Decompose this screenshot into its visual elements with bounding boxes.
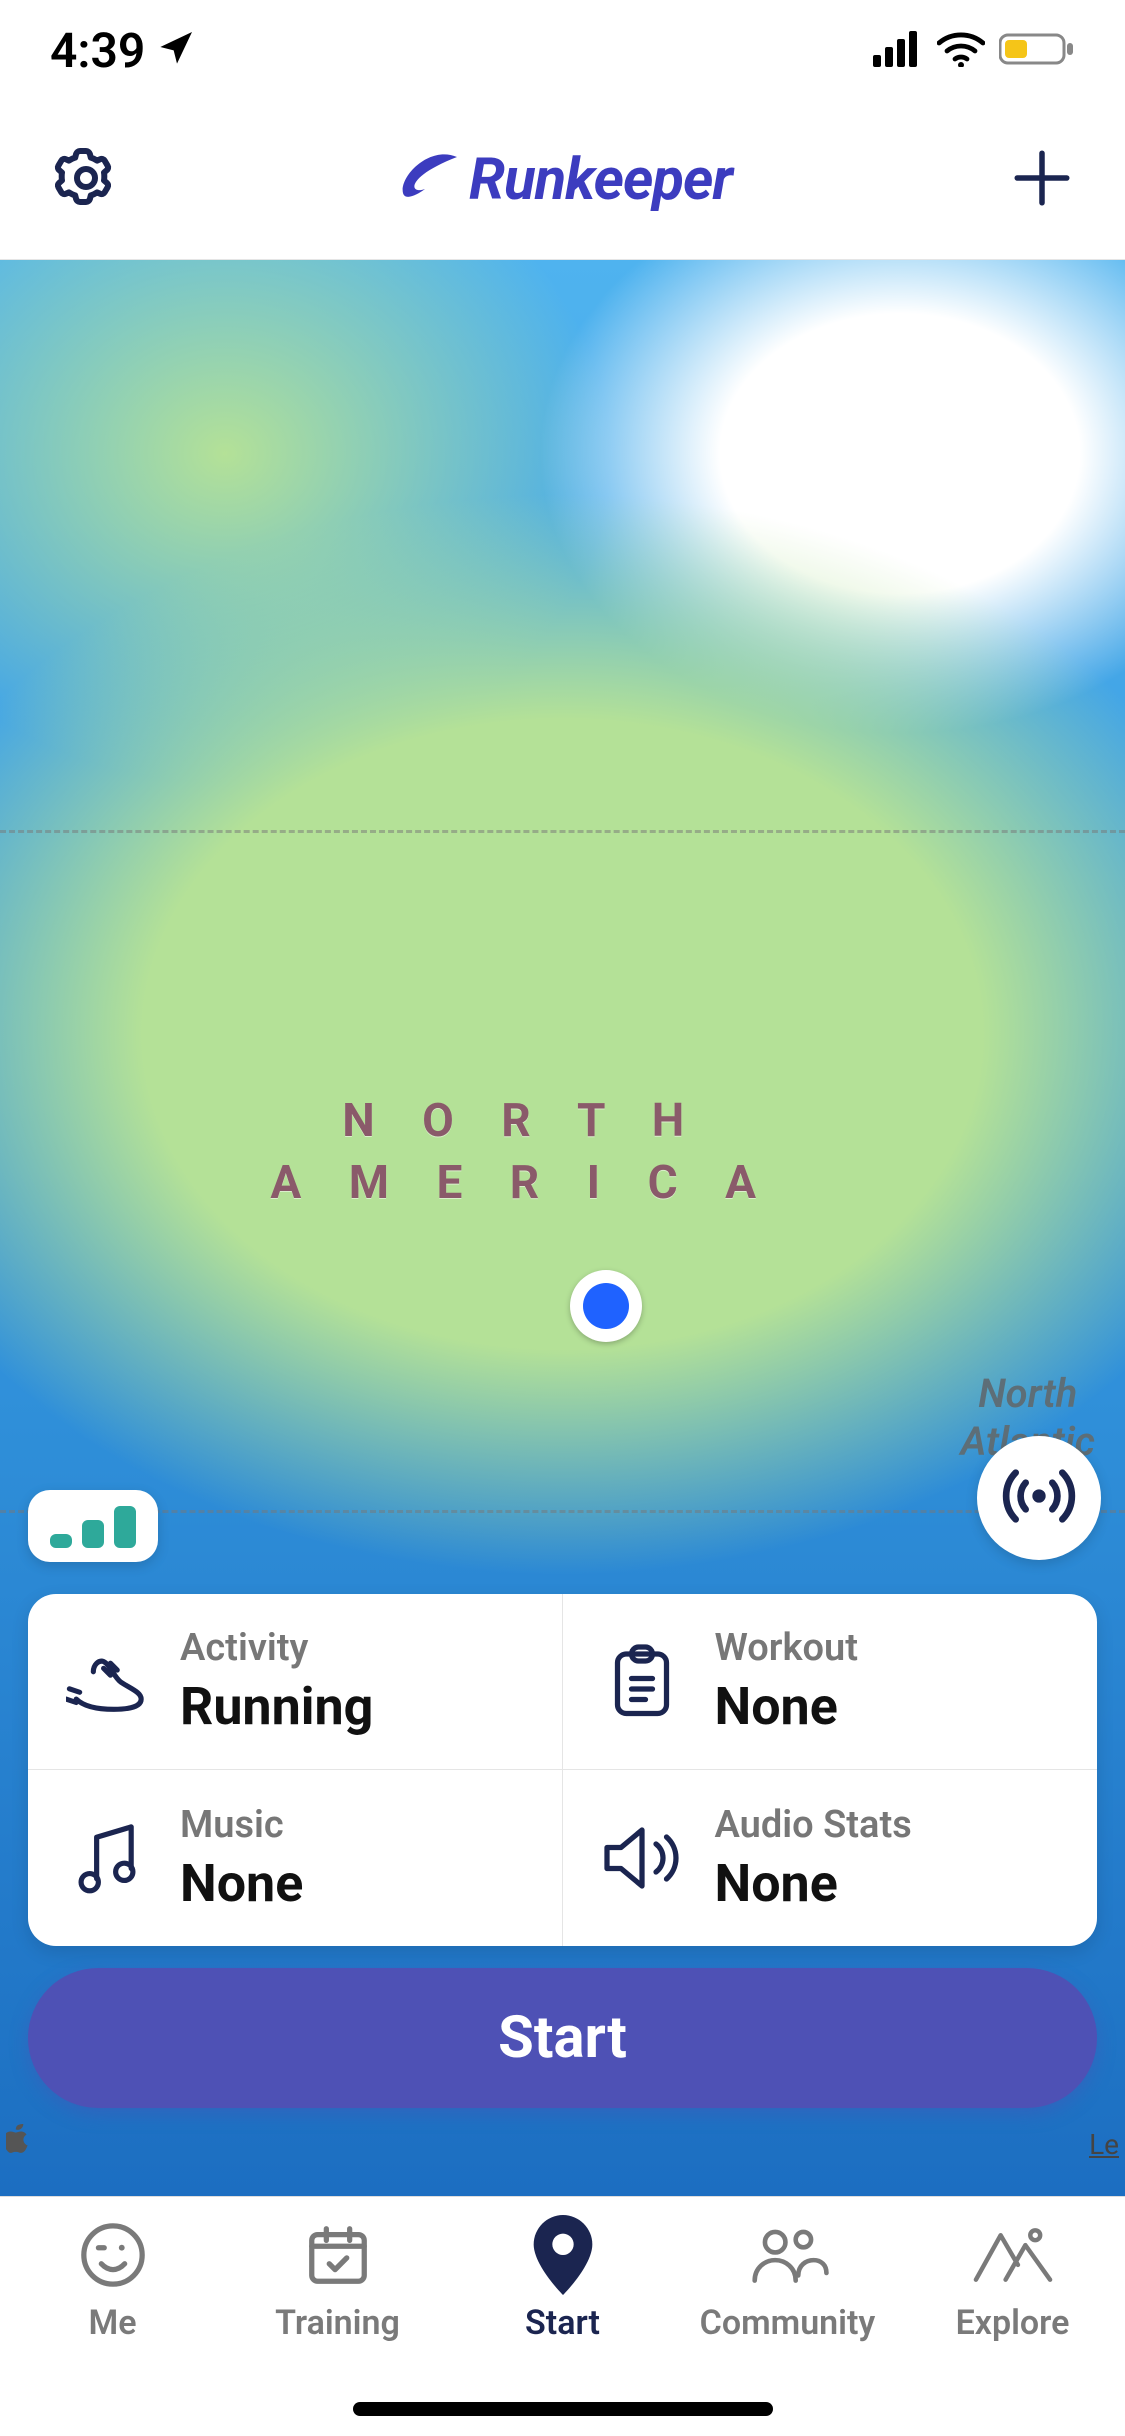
status-left: 4:39	[50, 22, 197, 79]
workout-label: Workout	[715, 1626, 859, 1670]
wifi-icon	[937, 22, 985, 79]
music-label: Music	[180, 1803, 303, 1847]
plus-icon	[1009, 196, 1075, 215]
brand-logo: Runkeeper	[399, 146, 732, 214]
running-shoe-icon	[64, 1647, 150, 1717]
location-arrow-icon	[157, 22, 197, 79]
tab-community-label: Community	[700, 2303, 876, 2343]
current-location-marker	[570, 1270, 642, 1342]
workout-option[interactable]: Workout None	[563, 1594, 1098, 1770]
clipboard-icon	[599, 1643, 685, 1721]
brand-text: Runkeeper	[469, 146, 732, 214]
map-continent-label: N O R T H A M E R I C A	[270, 1090, 774, 1214]
tab-community[interactable]: Community	[675, 2219, 900, 2343]
gps-bar-icon	[82, 1520, 104, 1548]
continent-line-1: N O R T H	[270, 1090, 774, 1152]
tab-me[interactable]: Me	[0, 2219, 225, 2343]
gps-bar-icon	[114, 1506, 136, 1548]
calendar-check-icon	[303, 2219, 373, 2291]
people-icon	[747, 2219, 829, 2291]
workout-value: None	[715, 1676, 859, 1737]
workout-options-card: Activity Running Workout None	[28, 1594, 1097, 1946]
add-button[interactable]	[1009, 145, 1075, 215]
map-pin-icon	[531, 2219, 595, 2291]
live-tracking-button[interactable]	[977, 1436, 1101, 1560]
nav-bar: Runkeeper	[0, 100, 1125, 260]
map-attribution-legal[interactable]: Le	[1089, 2128, 1119, 2161]
gear-icon	[50, 199, 122, 218]
tab-training-label: Training	[275, 2303, 400, 2343]
tab-explore[interactable]: Explore	[900, 2219, 1125, 2343]
audio-stats-label: Audio Stats	[715, 1803, 912, 1847]
battery-icon	[999, 22, 1075, 79]
activity-label: Activity	[180, 1626, 373, 1670]
mountains-icon	[971, 2219, 1055, 2291]
tab-bar: Me Training Start	[0, 2196, 1125, 2436]
audio-stats-value: None	[715, 1853, 912, 1914]
nav-title: Runkeeper	[122, 146, 1009, 214]
tab-me-label: Me	[88, 2303, 136, 2343]
map-graticule-line	[0, 1510, 1125, 1513]
music-note-icon	[64, 1820, 150, 1896]
asics-swirl-icon	[399, 146, 463, 214]
speaker-icon	[599, 1826, 685, 1890]
start-button[interactable]: Start	[28, 1968, 1097, 2108]
settings-button[interactable]	[50, 142, 122, 218]
tab-explore-label: Explore	[956, 2303, 1070, 2343]
map-area[interactable]: N O R T H A M E R I C A North Atlantic	[0, 260, 1125, 2196]
activity-value: Running	[180, 1676, 373, 1737]
ocean-line-1: North	[960, 1370, 1095, 1418]
activity-option[interactable]: Activity Running	[28, 1594, 563, 1770]
cellular-signal-icon	[873, 22, 923, 79]
status-time: 4:39	[50, 22, 145, 79]
map-attribution-apple	[6, 2124, 32, 2154]
continent-line-2: A M E R I C A	[270, 1152, 774, 1214]
audio-stats-option[interactable]: Audio Stats None	[563, 1770, 1098, 1946]
tab-start[interactable]: Start	[450, 2219, 675, 2343]
smile-icon	[78, 2219, 148, 2291]
music-value: None	[180, 1853, 303, 1914]
gps-bar-icon	[50, 1534, 72, 1548]
tab-training[interactable]: Training	[225, 2219, 450, 2343]
music-option[interactable]: Music None	[28, 1770, 563, 1946]
location-dot-icon	[583, 1283, 629, 1329]
gps-signal-indicator[interactable]	[28, 1490, 158, 1562]
broadcast-icon	[999, 1456, 1079, 1540]
tab-start-label: Start	[525, 2303, 600, 2343]
start-button-label: Start	[498, 2004, 627, 2072]
home-indicator[interactable]	[353, 2402, 773, 2416]
status-right	[873, 22, 1075, 79]
screen: 4:39	[0, 0, 1125, 2436]
status-bar: 4:39	[0, 0, 1125, 100]
map-graticule-line	[0, 830, 1125, 833]
